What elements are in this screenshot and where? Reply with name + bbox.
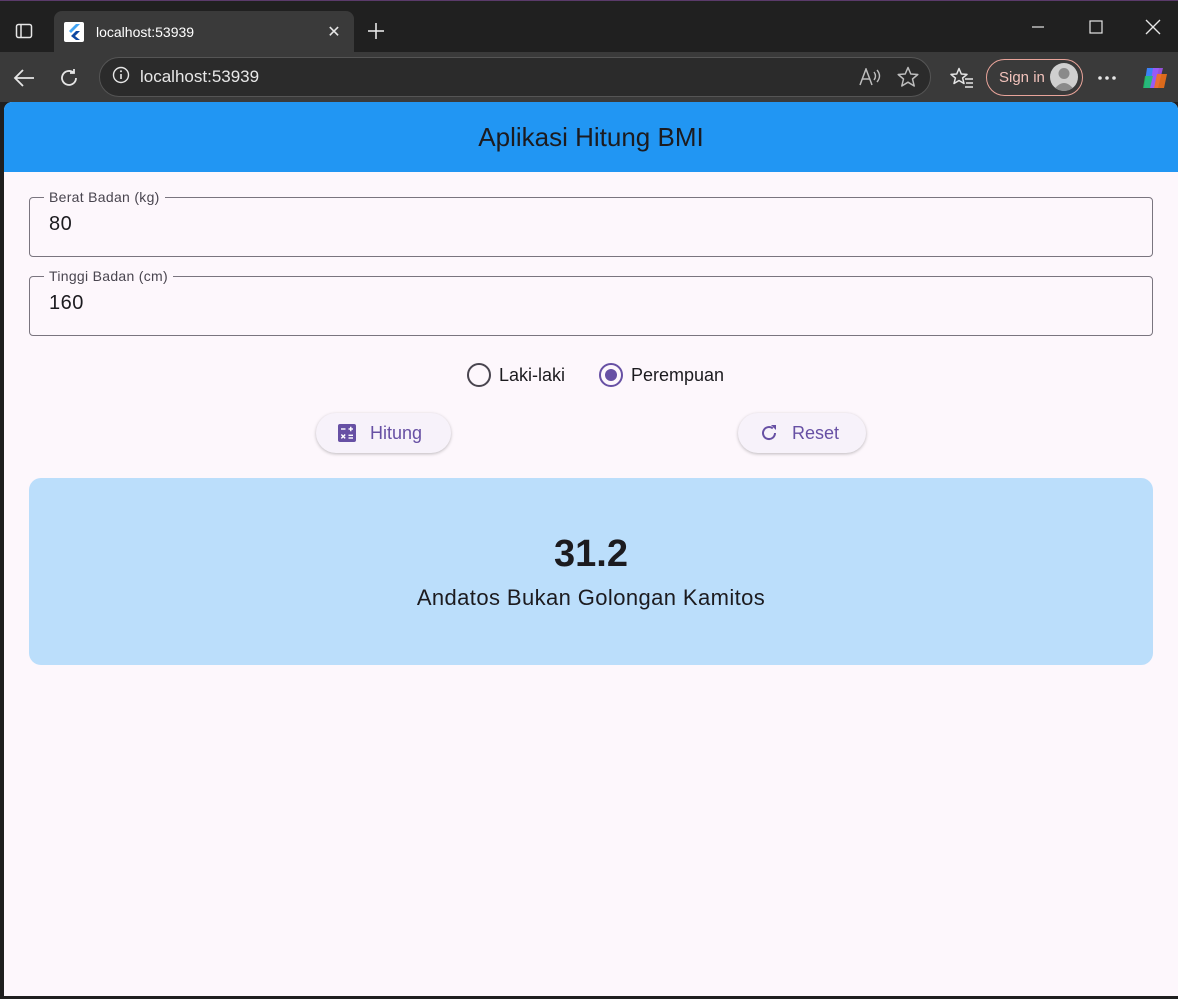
maximize-icon[interactable] [1076,13,1116,41]
height-field-label: Tinggi Badan (cm) [44,268,173,284]
tab-actions-icon[interactable] [8,17,40,45]
flutter-favicon-icon [64,22,84,42]
refresh-icon [758,422,780,444]
calculate-icon [336,422,358,444]
male-radio-label: Laki-laki [499,364,566,385]
app-page: Aplikasi Hitung BMI Berat Badan (kg) 80 … [4,102,1178,996]
height-field[interactable]: Tinggi Badan (cm) 160 [29,268,1153,336]
copilot-icon[interactable] [1139,62,1171,94]
height-field-value[interactable]: 160 [49,292,84,315]
calculate-button-label: Hitung [370,422,423,443]
back-arrow-icon[interactable] [8,62,40,94]
app-title: Aplikasi Hitung BMI [478,121,704,152]
calculate-button[interactable]: Hitung [316,413,451,453]
close-window-icon[interactable] [1133,13,1173,41]
weight-field-value[interactable]: 80 [49,213,72,236]
minimize-icon[interactable] [1018,13,1058,41]
read-aloud-icon[interactable] [854,61,886,93]
bmi-value: 31.2 [554,533,628,575]
new-tab-icon[interactable] [362,17,390,45]
app-bar: Aplikasi Hitung BMI [4,102,1178,172]
sign-in-button[interactable]: Sign in [986,59,1083,96]
female-radio-label: Perempuan [631,364,725,385]
gender-option-male[interactable]: Laki-laki [467,361,565,389]
favorites-list-icon[interactable] [946,62,978,94]
reset-button-label: Reset [792,422,840,443]
result-card: 31.2 Andatos Bukan Golongan Kamitos [29,478,1153,665]
female-radio[interactable] [599,363,623,387]
reset-button[interactable]: Reset [738,413,866,453]
tab-title: localhost:53939 [96,24,195,40]
close-tab-icon[interactable]: ✕ [322,20,346,44]
avatar-icon [1050,63,1078,91]
site-info-icon[interactable] [112,66,130,89]
address-bar[interactable]: localhost:53939 [99,57,931,97]
weight-field[interactable]: Berat Badan (kg) 80 [29,189,1153,257]
weight-field-label: Berat Badan (kg) [44,189,165,205]
male-radio[interactable] [467,363,491,387]
browser-titlebar: localhost:53939 ✕ [0,0,1178,53]
bmi-category: Andatos Bukan Golongan Kamitos [416,585,766,610]
more-options-icon[interactable] [1091,62,1123,94]
browser-tab[interactable]: localhost:53939 ✕ [54,11,354,53]
sign-in-label: Sign in [999,69,1045,86]
gender-option-female[interactable]: Perempuan [599,361,724,389]
favorite-star-icon[interactable] [892,61,924,93]
refresh-icon[interactable] [53,62,85,94]
browser-toolbar: localhost:53939 Sign in [0,52,1178,102]
url-text[interactable]: localhost:53939 [140,67,854,87]
